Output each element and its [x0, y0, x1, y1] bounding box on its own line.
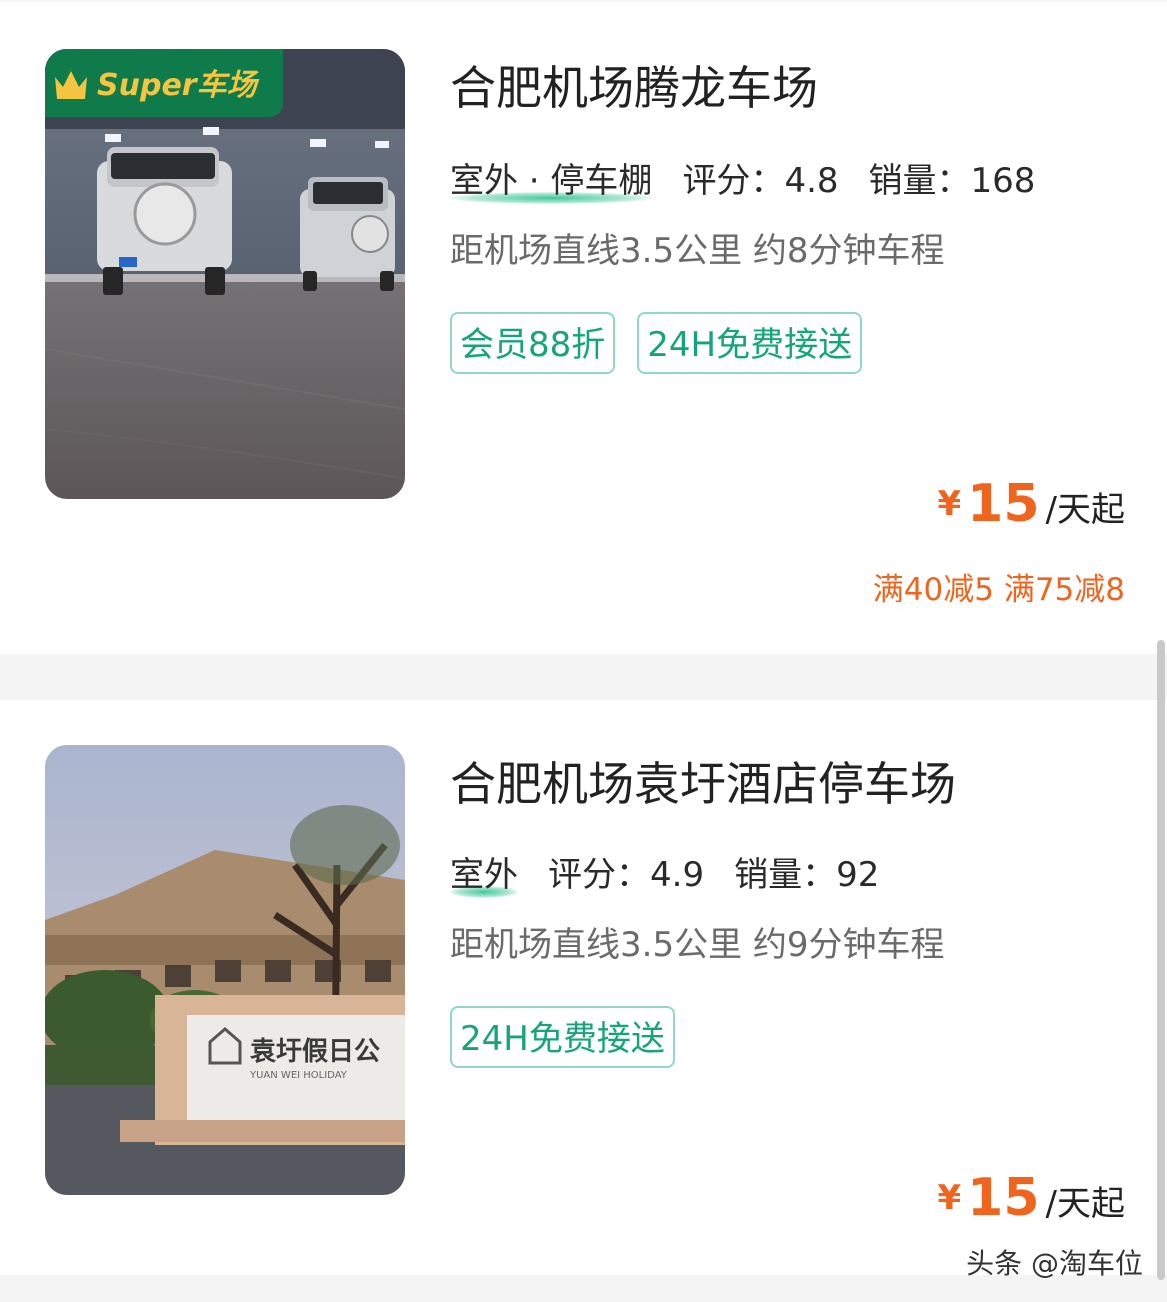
- free-shuttle-tag: 24H免费接送: [637, 312, 863, 374]
- listing-meta: 室外 评分：4.9 销量：92: [450, 854, 880, 898]
- currency-symbol: ¥: [937, 484, 962, 524]
- price-unit: /天起: [1045, 490, 1125, 530]
- distance-info: 距机场直线3.5公里 约9分钟车程: [450, 925, 945, 965]
- sales-value: 168: [970, 161, 1036, 201]
- parking-card[interactable]: Super车场 合肥机场腾龙车场 室外 · 停车棚 评分：4.8 销量：168 距…: [0, 2, 1167, 654]
- distance-info: 距机场直线3.5公里 约8分钟车程: [450, 231, 945, 271]
- promo-text: 满40减5 满75减8: [872, 572, 1125, 608]
- parking-lot-photo[interactable]: Super车场: [45, 49, 405, 499]
- sales-value: 92: [836, 855, 880, 895]
- sign-text-cn: 袁圩假日公: [249, 1037, 380, 1067]
- tag-list: 会员88折 24H免费接送: [450, 312, 884, 374]
- tag-list: 24H免费接送: [450, 1006, 697, 1068]
- listing-title[interactable]: 合肥机场袁圩酒店停车场: [450, 756, 956, 812]
- rating-value: 4.9: [650, 855, 705, 895]
- price-unit: /天起: [1045, 1184, 1125, 1224]
- parking-lot-photo[interactable]: 袁圩假日公 YUAN WEI HOLIDAY: [45, 745, 405, 1195]
- parking-type: 室外 · 停车棚: [450, 160, 653, 204]
- free-shuttle-tag: 24H免费接送: [450, 1006, 675, 1068]
- sales-label: 销量：: [868, 161, 971, 201]
- scrollbar[interactable]: [1157, 640, 1165, 1280]
- price-value: 15: [967, 474, 1040, 534]
- member-discount-tag: 会员88折: [450, 312, 616, 374]
- price-value: 15: [967, 1168, 1040, 1228]
- listing-title[interactable]: 合肥机场腾龙车场: [450, 60, 818, 116]
- parking-garage-image: Super车场: [45, 49, 405, 499]
- parking-card[interactable]: 袁圩假日公 YUAN WEI HOLIDAY 合肥机场袁圩酒店停车场 室外 评分…: [0, 700, 1167, 1275]
- rating-label: 评分：: [682, 161, 785, 201]
- watermark: 头条 @淘车位: [966, 1247, 1143, 1280]
- sales-label: 销量：: [734, 855, 837, 895]
- listing-meta: 室外 · 停车棚 评分：4.8 销量：168: [450, 160, 1036, 204]
- parking-type: 室外: [450, 854, 518, 898]
- price: ¥15/天起: [937, 1168, 1125, 1228]
- price: ¥15/天起: [937, 474, 1125, 534]
- super-badge-label: Super车场: [97, 68, 260, 103]
- rating-value: 4.8: [784, 161, 839, 201]
- sign-text-en: YUAN WEI HOLIDAY: [249, 1070, 348, 1081]
- hotel-entrance-image: 袁圩假日公 YUAN WEI HOLIDAY: [45, 745, 405, 1195]
- rating-label: 评分：: [548, 855, 650, 895]
- currency-symbol: ¥: [937, 1178, 962, 1218]
